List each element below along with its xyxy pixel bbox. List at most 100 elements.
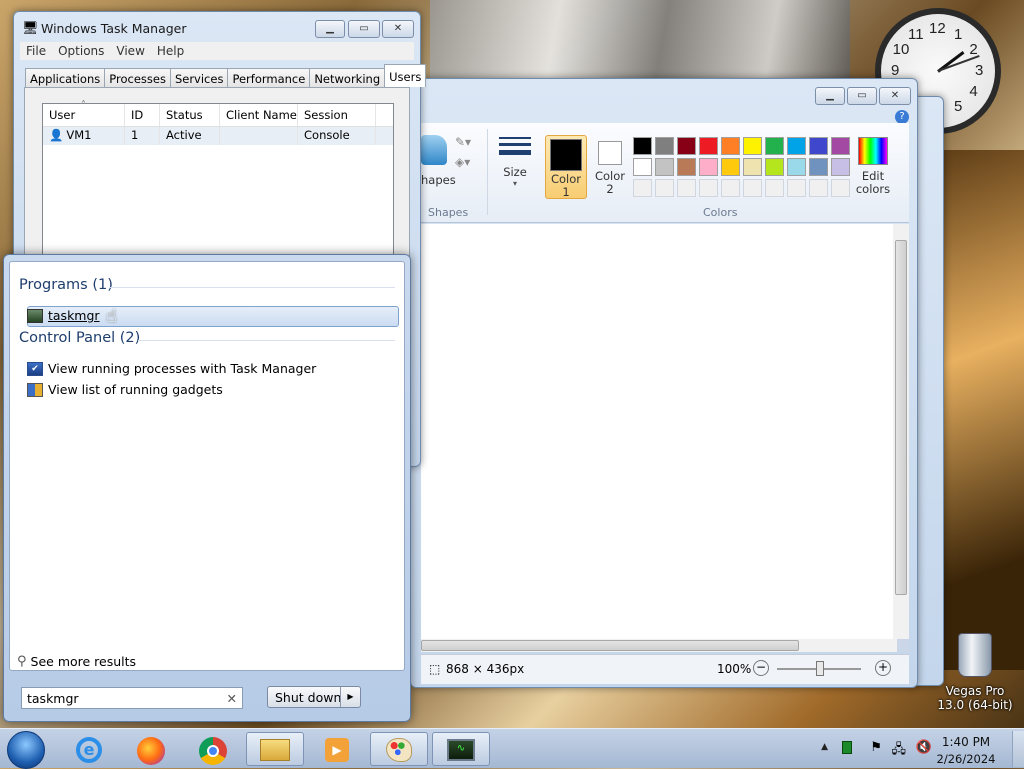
palette-swatch[interactable] <box>831 137 850 155</box>
zoom-out-button[interactable]: − <box>753 660 769 676</box>
clock-date[interactable]: 2/26/2024 <box>932 752 1000 766</box>
palette-swatch[interactable] <box>721 137 740 155</box>
paint-window[interactable]: ▁ ▭ ✕ ? ✎▾ ◈▾ hapes Shapes Size ▾ Color … <box>410 78 918 688</box>
column-session[interactable]: Session <box>298 104 376 126</box>
palette-swatch[interactable] <box>765 137 784 155</box>
result-view-running-processes[interactable]: ✔ View running processes with Task Manag… <box>27 361 316 376</box>
shapes-button[interactable]: hapes <box>421 173 456 187</box>
palette-swatch[interactable] <box>721 179 740 197</box>
zoom-slider-thumb[interactable] <box>816 661 824 676</box>
action-center-flag-icon[interactable]: ⚑ <box>870 740 882 755</box>
menu-help[interactable]: Help <box>151 42 190 60</box>
menu-view[interactable]: View <box>110 42 150 60</box>
palette-swatch[interactable] <box>831 158 850 176</box>
clear-search-icon[interactable]: ✕ <box>227 691 237 706</box>
close-button[interactable]: ✕ <box>879 87 911 105</box>
status-bar: ⬚ 868 × 436px 100% − + <box>421 654 909 684</box>
palette-swatch[interactable] <box>699 179 718 197</box>
vertical-scrollbar[interactable] <box>893 224 909 639</box>
palette-swatch[interactable] <box>743 137 762 155</box>
maximize-button[interactable]: ▭ <box>847 87 877 105</box>
palette-swatch[interactable] <box>787 179 806 197</box>
color2-button[interactable]: Color 2 <box>591 135 629 199</box>
outline-icon[interactable]: ✎▾ <box>455 135 471 149</box>
palette-swatch[interactable] <box>743 179 762 197</box>
palette-swatch[interactable] <box>655 158 674 176</box>
result-taskmgr[interactable]: taskmgr <box>27 308 100 323</box>
palette-swatch[interactable] <box>655 179 674 197</box>
clock-time[interactable]: 1:40 PM <box>936 735 996 749</box>
search-input[interactable]: taskmgr ✕ <box>21 687 243 709</box>
column-client-name[interactable]: Client Name <box>220 104 298 126</box>
minimize-button[interactable]: ▁ <box>815 87 845 105</box>
palette-swatch[interactable] <box>787 137 806 155</box>
see-more-results-link[interactable]: ⚲ See more results <box>17 654 136 669</box>
palette-swatch[interactable] <box>633 137 652 155</box>
task-manager-taskbar-button[interactable]: ∿ <box>432 732 490 766</box>
chrome-taskbar-button[interactable] <box>184 732 242 766</box>
tab-applications[interactable]: Applications <box>25 68 106 87</box>
ie-taskbar-button[interactable]: e <box>60 732 118 766</box>
palette-swatch[interactable] <box>633 158 652 176</box>
column-status[interactable]: Status <box>160 104 220 126</box>
palette-swatch[interactable] <box>809 179 828 197</box>
tab-users[interactable]: Users <box>384 64 427 87</box>
palette-swatch[interactable] <box>655 137 674 155</box>
close-button[interactable]: ✕ <box>382 20 414 38</box>
window-title: Windows Task Manager <box>41 21 187 36</box>
tab-networking[interactable]: Networking <box>309 68 386 87</box>
palette-swatch[interactable] <box>743 158 762 176</box>
shut-down-button[interactable]: Shut down ▶ <box>267 686 361 708</box>
column-id[interactable]: ID <box>125 104 160 126</box>
palette-swatch[interactable] <box>765 158 784 176</box>
shutdown-options-arrow-icon[interactable]: ▶ <box>340 687 360 707</box>
tab-processes[interactable]: Processes <box>104 68 171 87</box>
menu-file[interactable]: File <box>20 42 52 60</box>
table-row[interactable]: 👤 VM1 1 Active Console <box>43 127 393 145</box>
paint-taskbar-button[interactable] <box>370 732 428 766</box>
palette-swatch[interactable] <box>699 137 718 155</box>
media-player-taskbar-button[interactable]: ▶ <box>308 732 366 766</box>
palette-swatch[interactable] <box>699 158 718 176</box>
task-manager-tray-icon[interactable] <box>842 741 852 754</box>
fill-icon[interactable]: ◈▾ <box>455 155 470 169</box>
tab-performance[interactable]: Performance <box>227 68 311 87</box>
palette-swatch[interactable] <box>721 158 740 176</box>
show-desktop-button[interactable] <box>1012 731 1024 767</box>
scroll-thumb[interactable] <box>895 240 907 595</box>
scroll-thumb[interactable] <box>421 640 799 651</box>
divider <box>487 129 488 215</box>
tab-services[interactable]: Services <box>169 68 229 87</box>
explorer-taskbar-button[interactable] <box>246 732 304 766</box>
zoom-in-button[interactable]: + <box>875 660 891 676</box>
horizontal-scrollbar[interactable] <box>421 639 897 652</box>
color1-button[interactable]: Color 1 <box>545 135 587 199</box>
result-view-running-gadgets[interactable]: View list of running gadgets <box>27 382 223 397</box>
volume-muted-icon[interactable]: 🔇 <box>916 740 932 755</box>
menu-options[interactable]: Options <box>52 42 110 60</box>
show-hidden-icons-icon[interactable]: ▲ <box>821 742 828 752</box>
column-user[interactable]: User ˄ <box>43 100 125 126</box>
help-icon[interactable]: ? <box>895 110 909 124</box>
palette-swatch[interactable] <box>831 179 850 197</box>
palette-swatch[interactable] <box>677 158 696 176</box>
edit-colors-button[interactable]: Edit colors <box>855 137 891 196</box>
shapes-icon[interactable] <box>421 135 447 165</box>
maximize-button[interactable]: ▭ <box>348 20 380 38</box>
drawing-canvas[interactable] <box>421 224 897 639</box>
palette-swatch[interactable] <box>765 179 784 197</box>
palette-swatch[interactable] <box>787 158 806 176</box>
desktop-icon-label[interactable]: Vegas Pro 13.0 (64-bit) <box>936 684 1014 712</box>
network-icon[interactable]: 🖧 <box>892 740 907 762</box>
firefox-taskbar-button[interactable] <box>122 732 180 766</box>
palette-swatch[interactable] <box>633 179 652 197</box>
recycle-bin-icon[interactable] <box>958 633 992 677</box>
palette-swatch[interactable] <box>677 137 696 155</box>
start-button[interactable] <box>7 731 45 769</box>
minimize-button[interactable]: ▁ <box>315 20 345 38</box>
size-button[interactable]: Size ▾ <box>499 137 531 188</box>
palette-swatch[interactable] <box>809 158 828 176</box>
palette-swatch[interactable] <box>677 179 696 197</box>
palette-swatch[interactable] <box>809 137 828 155</box>
cell-id: 1 <box>125 127 160 145</box>
